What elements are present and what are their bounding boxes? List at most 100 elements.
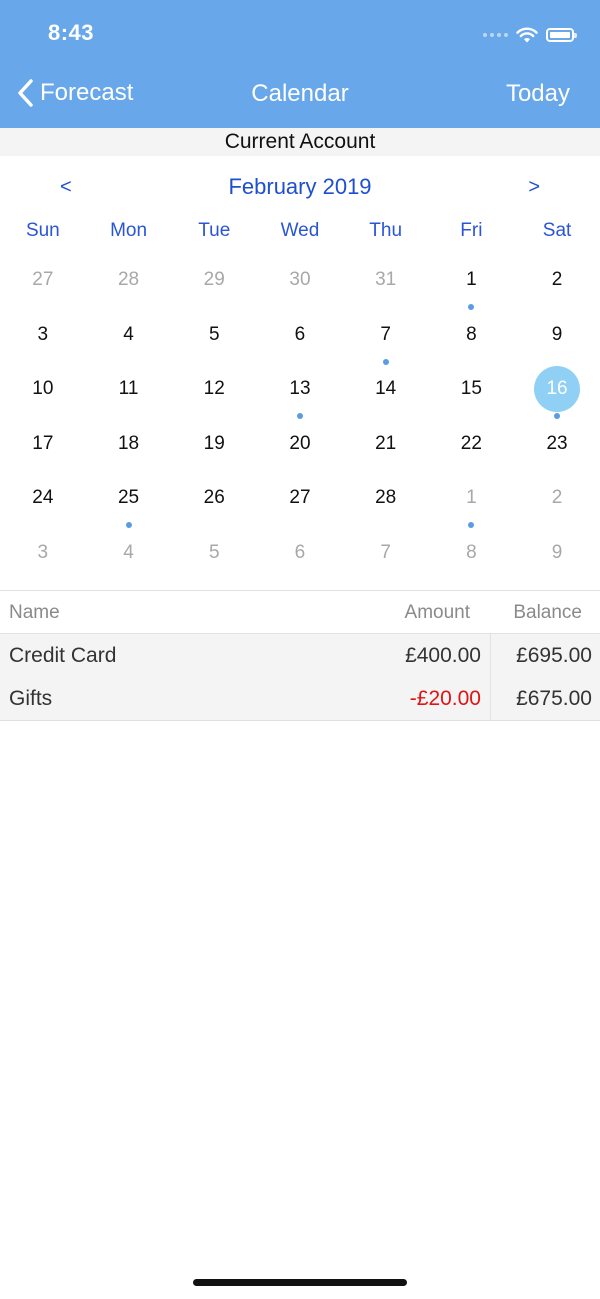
table-row[interactable]: Credit Card £400.00 £695.00 [0, 634, 600, 677]
calendar-day[interactable]: 14 [343, 361, 429, 416]
month-title: February 2019 [228, 174, 372, 199]
calendar-day[interactable]: 4 [86, 525, 172, 580]
day-number: 26 [203, 487, 225, 508]
column-header-amount: Amount [404, 602, 470, 623]
calendar-day[interactable]: 28 [343, 470, 429, 525]
calendar-day[interactable]: 22 [429, 416, 515, 471]
calendar-day[interactable]: 6 [257, 307, 343, 362]
row-amount: £400.00 [405, 644, 481, 667]
weekday-wed: Wed [280, 220, 320, 241]
transactions-table: Name Amount Balance Credit Card £400.00 … [0, 590, 600, 721]
weekday-thu: Thu [369, 220, 403, 241]
today-button[interactable]: Today [506, 80, 570, 108]
day-number: 24 [32, 487, 54, 508]
calendar-day[interactable]: 12 [171, 361, 257, 416]
calendar-day[interactable]: 27 [257, 470, 343, 525]
calendar-day[interactable]: 3 [0, 307, 86, 362]
calendar-day[interactable]: 24 [0, 470, 86, 525]
status-time: 8:43 [48, 20, 95, 45]
row-amount: -£20.00 [409, 687, 481, 710]
account-name: Current Account [0, 128, 600, 156]
calendar-day[interactable]: 9 [514, 307, 600, 362]
calendar-day[interactable]: 20 [257, 416, 343, 471]
day-number: 4 [123, 541, 134, 563]
calendar-day[interactable]: 8 [429, 307, 515, 362]
day-number: 3 [37, 323, 49, 345]
day-number: 28 [117, 269, 140, 290]
weekday-fri: Fri [460, 220, 483, 241]
day-number: 5 [208, 541, 220, 563]
calendar-day[interactable]: 8 [429, 525, 515, 580]
day-number: 22 [460, 432, 482, 454]
screen: 8:43 Forecast Calendar Today Current Acc… [0, 0, 600, 1299]
status-icons [483, 24, 577, 46]
calendar-day[interactable]: 7 [343, 525, 429, 580]
day-number: 6 [294, 541, 306, 563]
weekday-tue: Tue [198, 220, 231, 241]
calendar-day[interactable]: 5 [171, 307, 257, 362]
navigation-header: 8:43 Forecast Calendar Today [0, 0, 600, 128]
calendar-day[interactable]: 30 [257, 252, 343, 307]
day-number: 2 [551, 487, 563, 508]
day-number: 13 [289, 378, 311, 399]
calendar-day[interactable]: 4 [86, 307, 172, 362]
next-month-button[interactable]: > [528, 176, 540, 199]
day-number: 8 [466, 323, 477, 345]
day-number: 23 [546, 432, 568, 454]
row-name: Credit Card [9, 644, 117, 667]
day-number: 29 [203, 269, 225, 290]
home-indicator[interactable] [193, 1279, 407, 1286]
calendar-day[interactable]: 29 [171, 252, 257, 307]
calendar-day[interactable]: 9 [514, 525, 600, 580]
day-number: 1 [466, 269, 477, 290]
calendar-day[interactable]: 19 [171, 416, 257, 471]
table-body: Credit Card £400.00 £695.00 Gifts -£20.0… [0, 634, 600, 721]
day-number: 2 [551, 269, 563, 290]
day-number: 25 [117, 487, 140, 508]
calendar-day[interactable]: 2 [514, 252, 600, 307]
calendar-day[interactable]: 1 [429, 252, 515, 310]
day-number: 8 [466, 541, 477, 563]
calendar-day[interactable]: 5 [171, 525, 257, 580]
calendar-day[interactable]: 17 [0, 416, 86, 471]
day-number: 16 [534, 366, 581, 412]
day-number: 7 [380, 541, 391, 563]
day-number: 14 [375, 378, 397, 399]
calendar-day[interactable]: 10 [0, 361, 86, 416]
calendar-day[interactable]: 15 [429, 361, 515, 416]
calendar-day[interactable]: 2 [514, 470, 600, 525]
calendar-day[interactable]: 28 [86, 252, 172, 307]
day-number: 18 [117, 432, 140, 454]
day-number: 28 [375, 487, 397, 508]
weekday-sun: Sun [25, 220, 60, 241]
calendar-day[interactable]: 26 [171, 470, 257, 525]
table-row[interactable]: Gifts -£20.00 £675.00 [0, 677, 600, 720]
calendar-day[interactable]: 27 [0, 252, 86, 307]
calendar-week: 3 4 5 6 7 8 9 [0, 307, 600, 365]
calendar-day[interactable]: 3 [0, 525, 86, 580]
calendar-day[interactable]: 21 [343, 416, 429, 471]
calendar-day[interactable]: 6 [257, 525, 343, 580]
day-number: 5 [208, 323, 220, 345]
calendar-day[interactable]: 13 [257, 361, 343, 419]
calendar-day[interactable]: 23 [514, 416, 600, 471]
calendar-week: 10 11 12 13 14 15 16 [0, 361, 600, 419]
day-number: 30 [289, 269, 311, 290]
calendar-day[interactable]: 31 [343, 252, 429, 307]
calendar-day[interactable]: 25 [86, 470, 172, 528]
day-number: 17 [32, 432, 54, 454]
calendar-day[interactable]: 1 [429, 470, 515, 528]
day-number: 7 [380, 323, 391, 345]
day-number: 9 [551, 541, 563, 563]
calendar-week: 17 18 19 20 21 22 23 [0, 416, 600, 471]
weekday-header: Sun Mon Tue Wed Thu Fri Sat [0, 220, 600, 246]
row-balance: £695.00 [516, 644, 592, 667]
calendar-day[interactable]: 18 [86, 416, 172, 471]
calendar-day-selected[interactable]: 16 [514, 361, 600, 419]
calendar-week: 3 4 5 6 7 8 9 [0, 525, 600, 580]
calendar-day[interactable]: 7 [343, 307, 429, 365]
day-number: 27 [32, 269, 54, 290]
day-number: 3 [37, 541, 49, 563]
calendar-day[interactable]: 11 [86, 361, 172, 416]
day-number: 12 [203, 378, 225, 399]
